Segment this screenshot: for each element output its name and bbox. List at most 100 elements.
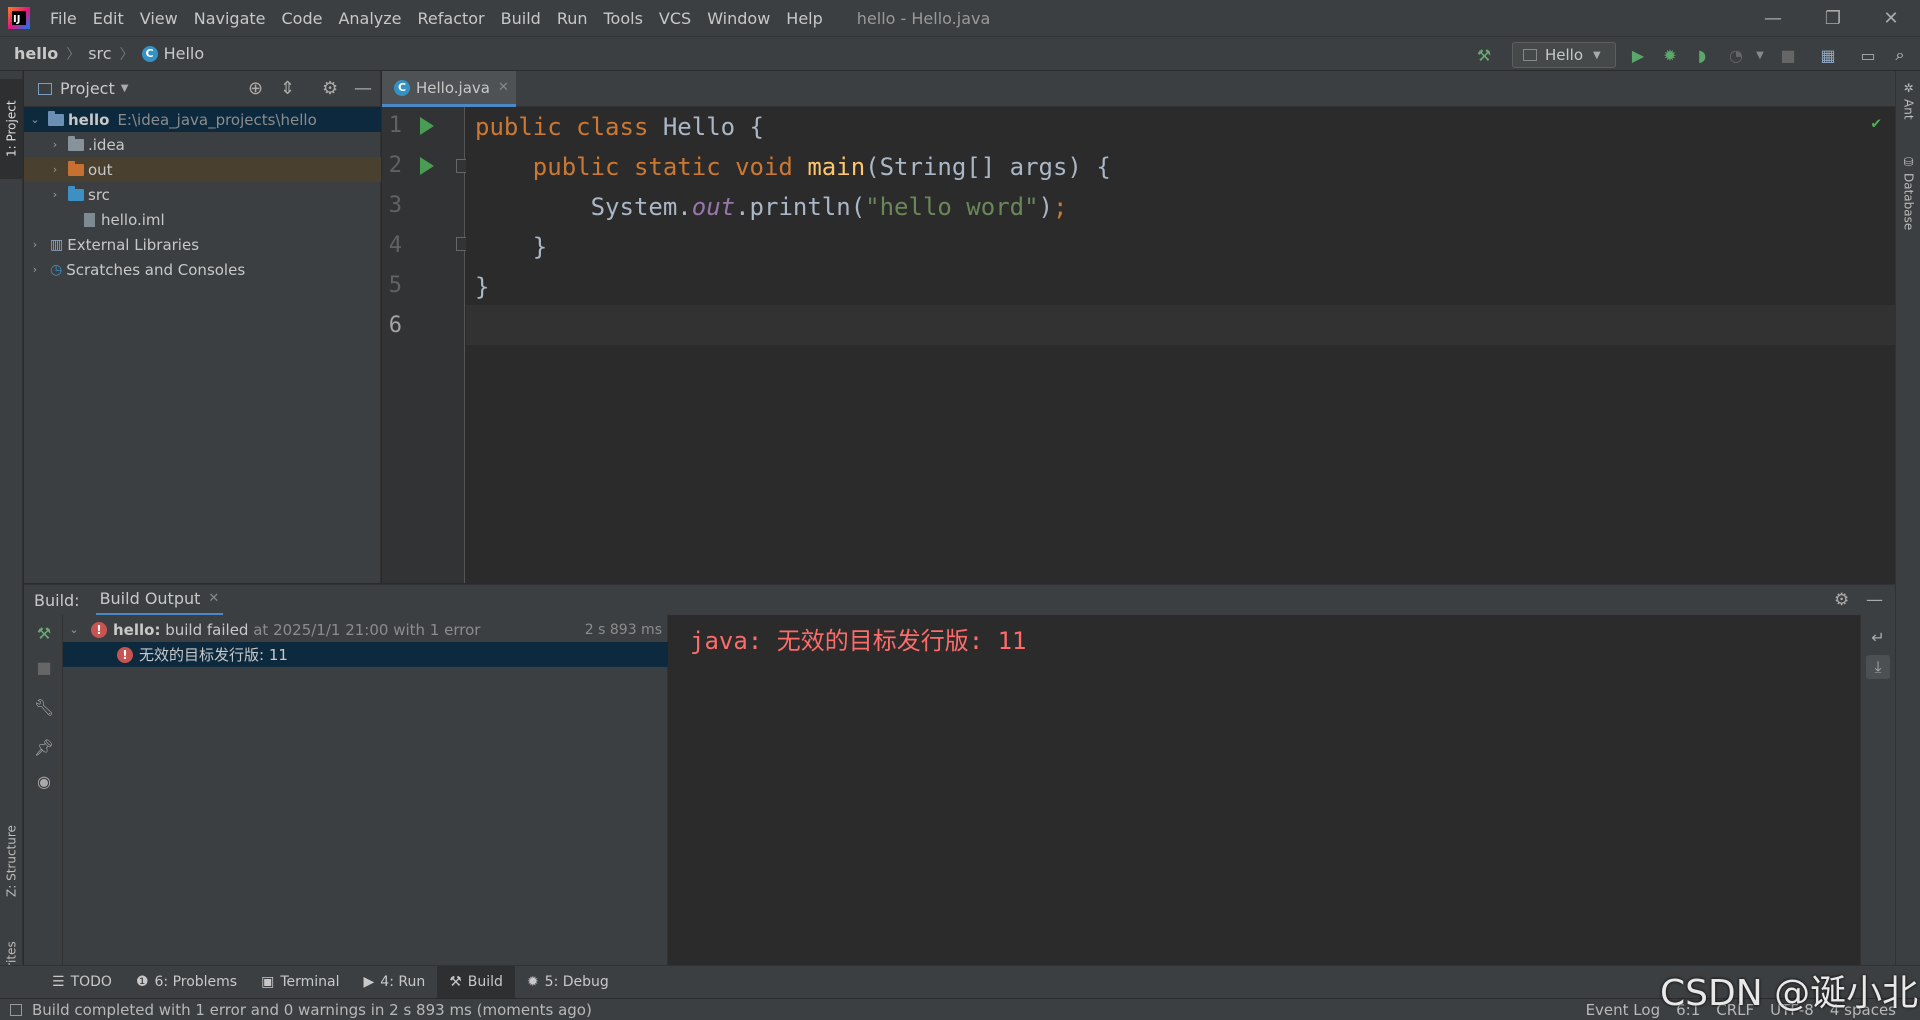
project-tool-tab[interactable]: 1: Project: [0, 79, 23, 179]
search-icon[interactable]: ⌕: [1888, 43, 1912, 67]
build-project-name: hello:: [113, 620, 161, 639]
menu-tools[interactable]: Tools: [596, 9, 651, 28]
chevron-down-icon[interactable]: ⌄: [28, 113, 42, 126]
tree-item-path: E:\idea_java_projects\hello: [117, 110, 317, 129]
tab-build-output[interactable]: Build Output ✕: [95, 585, 224, 616]
eye-icon[interactable]: ◉: [32, 769, 56, 793]
menu-run[interactable]: Run: [549, 9, 596, 28]
structure-tool-tab[interactable]: Z: Structure: [0, 811, 23, 911]
chevron-right-icon[interactable]: ›: [48, 188, 62, 201]
chevron-right-icon[interactable]: ›: [48, 138, 62, 151]
status-message[interactable]: Build completed with 1 error and 0 warni…: [32, 1001, 592, 1019]
console-side-toolbar: ↵ ⤓: [1860, 615, 1895, 965]
run-configuration-select[interactable]: Hello ▼: [1512, 42, 1616, 68]
menu-build[interactable]: Build: [493, 9, 549, 28]
watermark: CSDN @诞小北: [1660, 973, 1919, 1014]
breadcrumb-project[interactable]: hello: [14, 44, 58, 63]
menu-code[interactable]: Code: [274, 9, 331, 28]
menu-view[interactable]: View: [132, 9, 186, 28]
hide-panel-icon[interactable]: —: [354, 78, 372, 99]
breadcrumb-class[interactable]: Hello: [164, 44, 205, 63]
run-icon[interactable]: ▶: [1626, 43, 1650, 67]
build-hammer-icon[interactable]: ⚒: [1472, 43, 1496, 67]
menu-edit[interactable]: Edit: [85, 9, 132, 28]
editor-tab-bar: C Hello.java ✕: [382, 71, 1895, 107]
line-number: 1: [388, 113, 402, 138]
gear-icon[interactable]: ⚙: [1834, 590, 1849, 610]
tool-tab-debug[interactable]: ✹ 5: Debug: [515, 966, 621, 999]
coverage-icon[interactable]: ◗: [1690, 43, 1714, 67]
project-structure-icon[interactable]: ▦: [1816, 43, 1840, 67]
pin-icon[interactable]: 📌︎: [32, 735, 56, 759]
debug-icon[interactable]: ✹: [1658, 43, 1682, 67]
tree-item-label: hello: [68, 110, 110, 129]
build-hammer-icon[interactable]: ⚒: [32, 621, 56, 645]
menu-help[interactable]: Help: [778, 9, 830, 28]
current-line-highlight: [466, 305, 1895, 345]
chevron-right-icon[interactable]: ›: [28, 238, 42, 251]
tree-item-out[interactable]: › out: [24, 157, 381, 182]
code-editor[interactable]: public class Hello { public static void …: [466, 107, 1895, 583]
library-icon: ▥: [50, 236, 64, 253]
menu-window[interactable]: Window: [699, 9, 778, 28]
project-view-selector[interactable]: Project: [60, 79, 115, 98]
tree-item-src[interactable]: › src: [24, 182, 381, 207]
code-line-4: }: [532, 233, 548, 261]
stop-icon[interactable]: ■: [1776, 43, 1800, 67]
profile-icon[interactable]: ◔: [1724, 43, 1748, 67]
build-detail: at 2025/1/1 21:00 with 1 error: [253, 620, 481, 639]
build-status: build failed: [165, 620, 249, 639]
chevron-right-icon[interactable]: ›: [48, 163, 62, 176]
database-tool-tab[interactable]: ⛁ Database: [1896, 155, 1920, 255]
code-line-1: public class Hello {: [475, 113, 764, 141]
tool-tab-problems[interactable]: ❶ 6: Problems: [124, 966, 249, 999]
menu-navigate[interactable]: Navigate: [186, 9, 274, 28]
build-console[interactable]: java: 无效的目标发行版: 11: [668, 615, 1860, 965]
chevron-down-icon[interactable]: ▼: [1748, 43, 1772, 67]
tab-hello-java[interactable]: C Hello.java ✕: [382, 71, 516, 107]
stop-icon[interactable]: ■: [32, 655, 56, 679]
tool-tab-todo[interactable]: ☰ TODO: [40, 966, 124, 999]
close-icon[interactable]: ✕: [208, 591, 219, 606]
build-result-row[interactable]: ⌄ ! hello: build failed at 2025/1/1 21:0…: [63, 617, 668, 642]
menu-vcs[interactable]: VCS: [651, 9, 699, 28]
run-gutter-icon[interactable]: [420, 117, 434, 135]
build-error-row[interactable]: ! 无效的目标发行版: 11: [63, 642, 668, 667]
close-icon[interactable]: ✕: [498, 80, 509, 95]
tree-item-external-libraries[interactable]: › ▥ External Libraries: [24, 232, 381, 257]
line-number: 6: [388, 313, 402, 338]
locate-icon[interactable]: ⊕: [248, 78, 263, 99]
tool-tab-run[interactable]: ▶ 4: Run: [352, 966, 438, 999]
tab-label: Build Output: [99, 589, 201, 608]
tree-item-hello-iml[interactable]: hello.iml: [24, 207, 381, 232]
chevron-right-icon[interactable]: ›: [28, 263, 42, 276]
layout-icon[interactable]: ▭: [1856, 43, 1880, 67]
minimize-icon[interactable]: —: [1744, 0, 1802, 36]
tool-tab-terminal[interactable]: ▣ Terminal: [249, 966, 351, 999]
tree-item-scratches[interactable]: › ◷ Scratches and Consoles: [24, 257, 381, 282]
run-gutter-icon[interactable]: [420, 157, 434, 175]
collapse-all-icon[interactable]: ⇕: [280, 78, 295, 99]
soft-wrap-icon[interactable]: ↵: [1866, 625, 1890, 649]
code-line-2: public static void main(String[] args) {: [532, 153, 1111, 181]
scroll-to-end-icon[interactable]: ⤓: [1866, 655, 1890, 679]
chevron-down-icon[interactable]: ▼: [121, 83, 129, 94]
restore-icon[interactable]: ❐: [1804, 0, 1862, 36]
tree-item-idea[interactable]: › .idea: [24, 132, 381, 157]
hide-panel-icon[interactable]: —: [1866, 590, 1883, 610]
code-line-5: }: [475, 273, 490, 301]
event-log-label[interactable]: Event Log: [1586, 1001, 1661, 1019]
ant-tool-tab[interactable]: ✲ Ant: [1896, 81, 1920, 141]
close-icon[interactable]: ✕: [1862, 0, 1920, 36]
breadcrumb-src[interactable]: src: [88, 44, 111, 63]
menu-bar: IJ File Edit View Navigate Code Analyze …: [0, 0, 1920, 36]
gear-icon[interactable]: ⚙: [322, 78, 338, 99]
menu-file[interactable]: File: [42, 9, 85, 28]
wrench-icon[interactable]: 🔧︎: [32, 695, 56, 719]
chevron-down-icon[interactable]: ⌄: [67, 623, 81, 636]
tree-item-hello[interactable]: ⌄ hello E:\idea_java_projects\hello: [24, 107, 381, 132]
tool-tab-build[interactable]: ⚒ Build: [437, 965, 515, 999]
menu-analyze[interactable]: Analyze: [330, 9, 409, 28]
panel-toggle-icon[interactable]: [10, 1003, 22, 1016]
menu-refactor[interactable]: Refactor: [410, 9, 493, 28]
